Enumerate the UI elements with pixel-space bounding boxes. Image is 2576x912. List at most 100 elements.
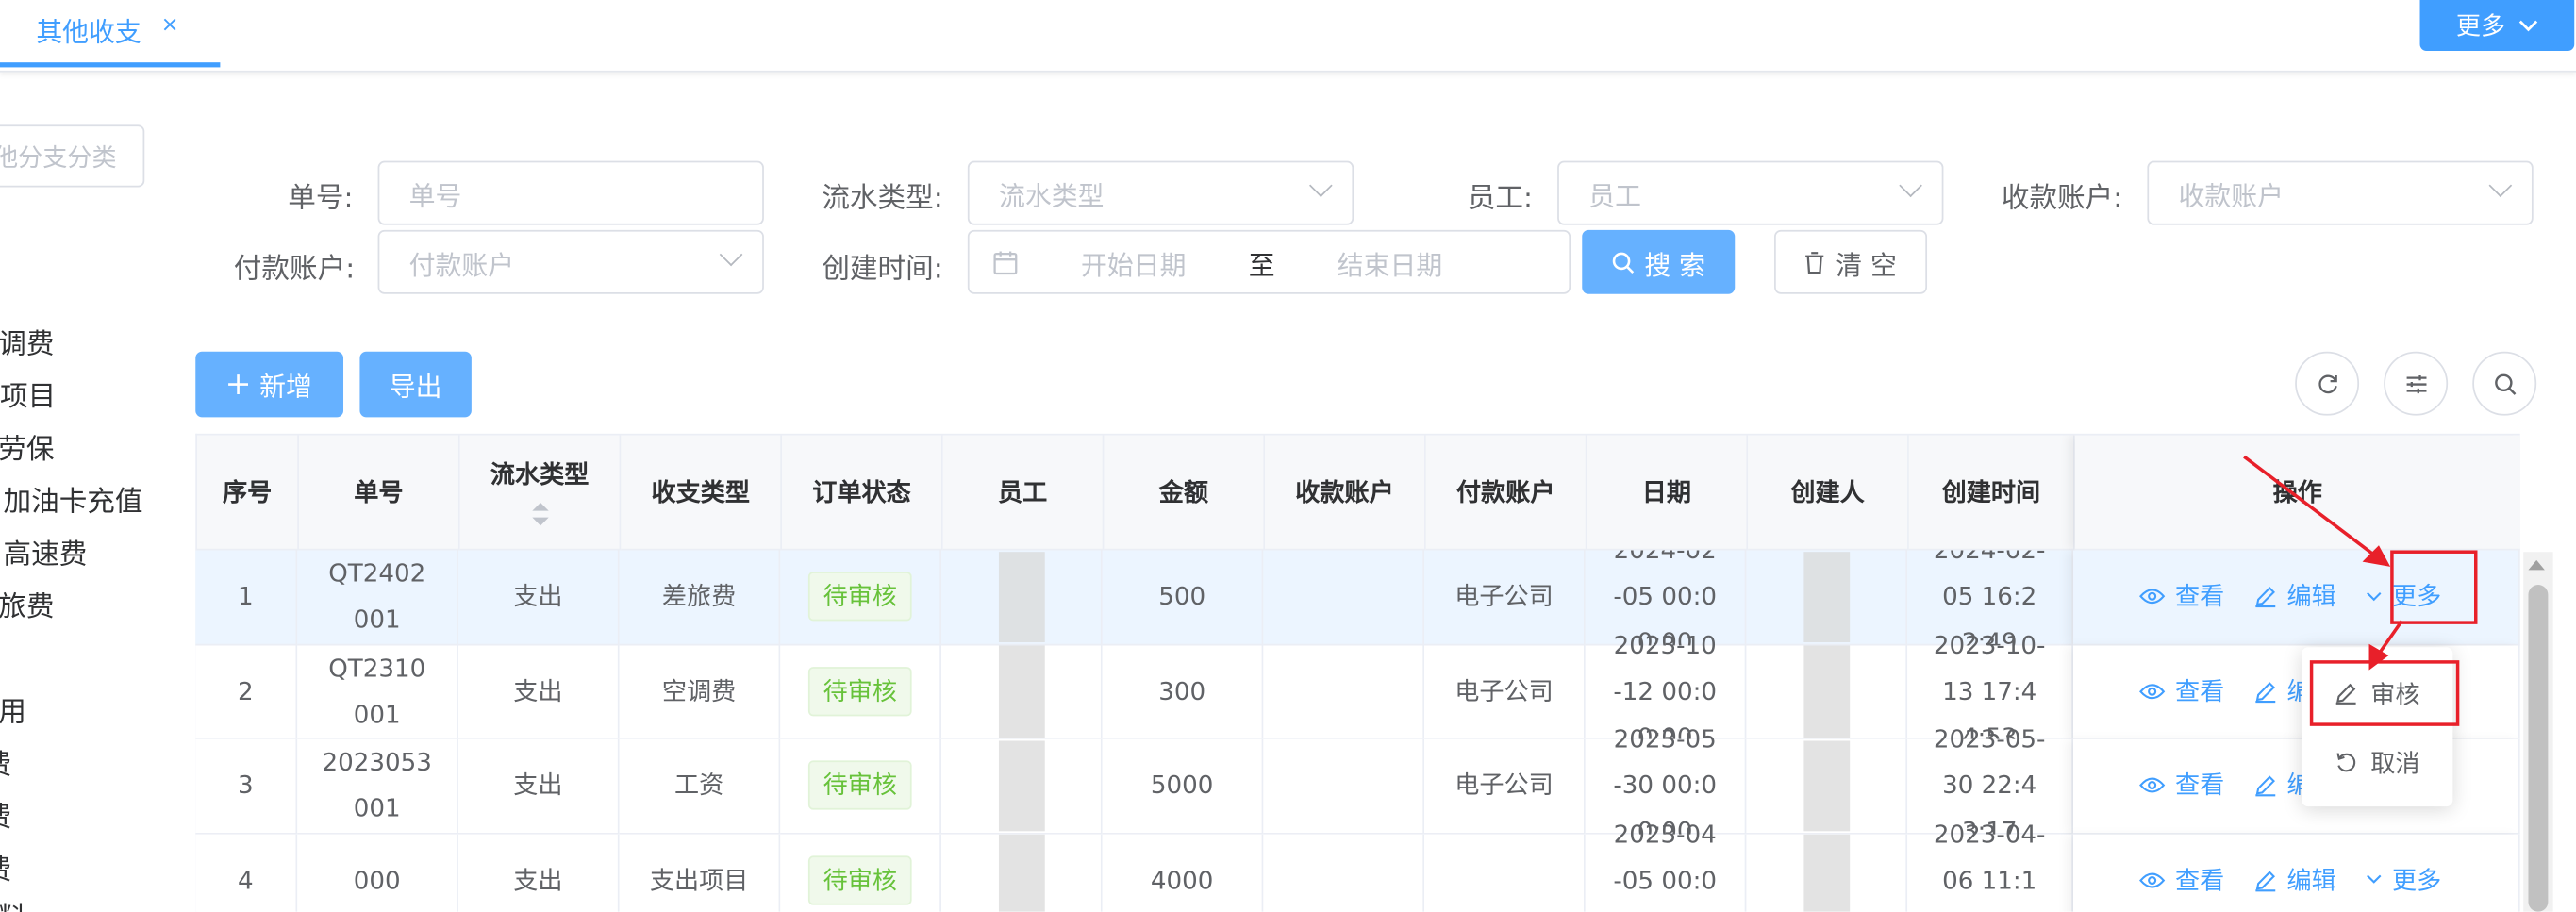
chevron-down-icon — [2488, 174, 2513, 198]
column-header: 收款账户 — [1265, 435, 1426, 551]
cell-amount: 500 — [1102, 550, 1264, 645]
tree-item[interactable]: 费用 — [0, 688, 26, 729]
column-settings-button[interactable] — [2384, 351, 2449, 416]
redacted-block — [998, 739, 1044, 832]
redacted-block — [998, 645, 1044, 738]
redacted-block — [1803, 739, 1850, 832]
cell-category: 空调费 — [619, 644, 781, 739]
cell-index: 1 — [195, 550, 298, 645]
view-button[interactable]: 查看 — [2139, 763, 2224, 809]
table-scrollbar-thumb[interactable] — [2528, 585, 2549, 912]
tree-item[interactable]: 费 — [0, 846, 11, 887]
cell-pay-account — [1424, 833, 1586, 912]
cell-text: 4000 — [1150, 865, 1214, 895]
cell-text: 5000 — [1150, 771, 1214, 801]
search-button[interactable]: 搜 索 — [1582, 229, 1736, 294]
tab-bar — [0, 0, 2576, 73]
toggle-search-button[interactable] — [2472, 351, 2537, 416]
column-header-sortable[interactable]: 流水类型 — [459, 435, 622, 551]
cell-text: 1 — [238, 581, 254, 612]
tree-item[interactable]: 支出项目 — [0, 373, 56, 414]
cell-text: 支出 — [513, 676, 563, 706]
scroll-up-icon[interactable] — [2527, 558, 2547, 572]
cell-amount: 4000 — [1102, 833, 1264, 912]
created-time-label: 创建时间: — [822, 253, 943, 287]
sort-icon[interactable] — [530, 501, 550, 527]
cell-pay-account: 电子公司 — [1424, 738, 1586, 834]
cell-amount: 5000 — [1102, 738, 1264, 834]
cell-text: 300 — [1158, 676, 1206, 706]
cell-created-time: 2023-04-06 11:15:54 — [1907, 820, 2074, 912]
cell-creator — [1746, 833, 1908, 912]
pay-account-select[interactable]: 付款账户 — [377, 229, 764, 294]
tree-item[interactable]: 耗劳保 — [0, 425, 54, 467]
column-header: 日期 — [1587, 435, 1749, 551]
close-icon[interactable]: × — [161, 13, 179, 38]
cell-order-no: QT2310001 — [297, 644, 458, 739]
cell-receive-account — [1263, 644, 1425, 739]
receive-account-select[interactable]: 收款账户 — [2147, 160, 2534, 225]
view-button[interactable]: 查看 — [2139, 573, 2224, 620]
refresh-button[interactable] — [2295, 351, 2360, 416]
employee-select[interactable]: 员工 — [1557, 160, 1944, 225]
tree-item[interactable]: 高速费 — [3, 531, 87, 572]
redacted-block — [998, 834, 1044, 912]
eye-icon — [2139, 776, 2166, 796]
dropdown-item-cancel[interactable]: 取消 — [2302, 733, 2452, 792]
cell-text: 3 — [238, 771, 254, 801]
undo-icon — [2335, 751, 2357, 773]
cell-amount: 300 — [1102, 644, 1264, 739]
edit-icon — [2254, 774, 2277, 797]
cell-category: 差旅费 — [619, 550, 781, 645]
category-button[interactable]: 其他分支分类 — [0, 124, 145, 188]
eye-icon — [2139, 681, 2166, 701]
tree-item[interactable]: 费 — [0, 793, 11, 835]
employee-label: 员工: — [1467, 182, 1534, 216]
tree-item[interactable]: 空调费 — [0, 321, 54, 361]
status-badge: 待审核 — [807, 666, 912, 716]
view-button[interactable]: 查看 — [2139, 857, 2224, 904]
pay-account-label: 付款账户: — [233, 253, 356, 287]
flow-type-select[interactable]: 流水类型 — [967, 160, 1354, 225]
cell-employee — [940, 738, 1103, 834]
receive-account-label: 收款账户: — [2001, 182, 2123, 216]
cell-text: 支出项目 — [649, 865, 749, 895]
end-date-input[interactable]: 结束日期 — [1338, 242, 1442, 282]
status-badge: 待审核 — [807, 760, 912, 811]
more-actions-button[interactable]: 更多 — [2366, 857, 2441, 904]
search-icon — [1612, 251, 1635, 274]
start-date-input[interactable]: 开始日期 — [1081, 242, 1186, 282]
tree-item[interactable]: 加油卡充值 — [3, 478, 142, 520]
cell-receive-account — [1263, 550, 1425, 645]
view-label: 查看 — [2175, 676, 2225, 706]
redacted-block — [1803, 834, 1850, 912]
view-button[interactable]: 查看 — [2139, 668, 2225, 714]
cell-pay-account: 电子公司 — [1424, 644, 1586, 739]
calendar-icon — [992, 249, 1019, 275]
edit-button[interactable]: 编辑 — [2254, 857, 2336, 904]
cell-text: 500 — [1158, 581, 1206, 612]
tree-item[interactable]: 费 — [0, 741, 11, 782]
column-header: 序号 — [197, 435, 299, 551]
export-button[interactable]: 导出 — [359, 351, 472, 418]
cell-receive-account — [1263, 833, 1425, 912]
tab-label: 其他收支 — [36, 16, 141, 48]
annotation-arrows — [2243, 455, 2403, 671]
created-time-range[interactable]: 开始日期 至 结束日期 — [967, 229, 1571, 294]
clear-button[interactable]: 清 空 — [1774, 229, 1928, 294]
add-button[interactable]: 新增 — [195, 351, 344, 418]
order-no-input[interactable]: 单号 — [377, 160, 764, 225]
eye-icon — [2139, 871, 2166, 890]
edit-icon — [2254, 869, 2277, 891]
tree-item[interactable]: 材料 — [0, 893, 26, 912]
eye-icon — [2139, 587, 2166, 606]
more-tabs-button[interactable]: 更多 — [2419, 0, 2575, 51]
edit-label: 编辑 — [2286, 865, 2336, 895]
plus-icon — [226, 373, 249, 395]
cell-text: 4 — [238, 865, 254, 895]
range-separator: 至 — [1248, 248, 1275, 280]
cell-order-no: QT2402001 — [297, 550, 458, 645]
status-badge: 待审核 — [807, 854, 912, 905]
tree-item[interactable]: 差旅费 — [0, 583, 54, 624]
cell-date: 2023-04-05 00:00:00 — [1585, 820, 1747, 912]
